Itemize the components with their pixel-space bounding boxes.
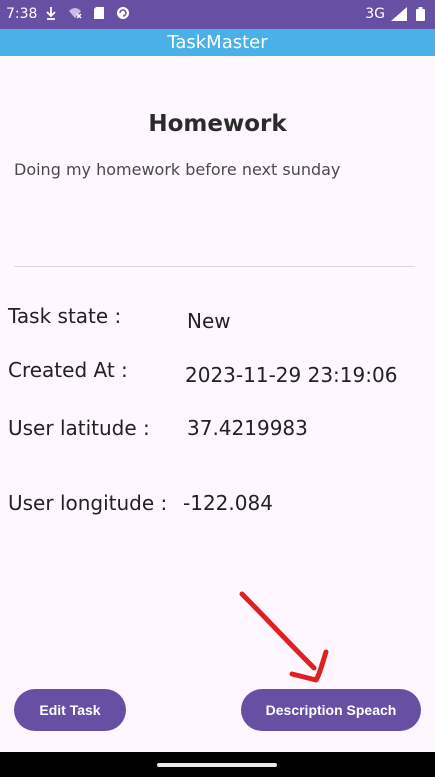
status-notification-icons (44, 6, 130, 20)
created-at-value: 2023-11-29 23:19:06 (185, 363, 398, 387)
sync-icon (117, 7, 129, 19)
app-bar: TaskMaster (0, 29, 435, 56)
sd-card-icon (94, 7, 104, 19)
battery-icon (416, 7, 425, 21)
task-state-value: New (187, 309, 231, 333)
description-speach-button[interactable]: Description Speach (241, 689, 421, 731)
user-latitude-label: User latitude : (8, 416, 150, 440)
app-title: TaskMaster (167, 32, 268, 53)
user-longitude-label: User longitude : (8, 491, 168, 515)
status-bar: 7:38 3G (0, 0, 435, 29)
task-state-label: Task state : (8, 304, 122, 328)
arrow-icon (239, 591, 329, 683)
download-icon (46, 7, 56, 20)
wifi-off-icon (69, 8, 82, 19)
divider (14, 266, 415, 267)
task-detail-content: Homework Doing my homework before next s… (0, 56, 435, 752)
task-description: Doing my homework before next sunday (14, 160, 341, 179)
status-time: 7:38 (6, 6, 38, 22)
task-title: Homework (148, 111, 287, 137)
user-latitude-value: 37.4219983 (187, 416, 308, 440)
edit-task-button[interactable]: Edit Task (14, 689, 126, 731)
signal-icon (391, 7, 407, 21)
user-longitude-value: -122.084 (183, 491, 273, 515)
home-indicator[interactable] (157, 763, 277, 767)
network-type: 3G (365, 6, 385, 22)
created-at-label: Created At : (8, 358, 128, 382)
navigation-bar (0, 752, 435, 777)
